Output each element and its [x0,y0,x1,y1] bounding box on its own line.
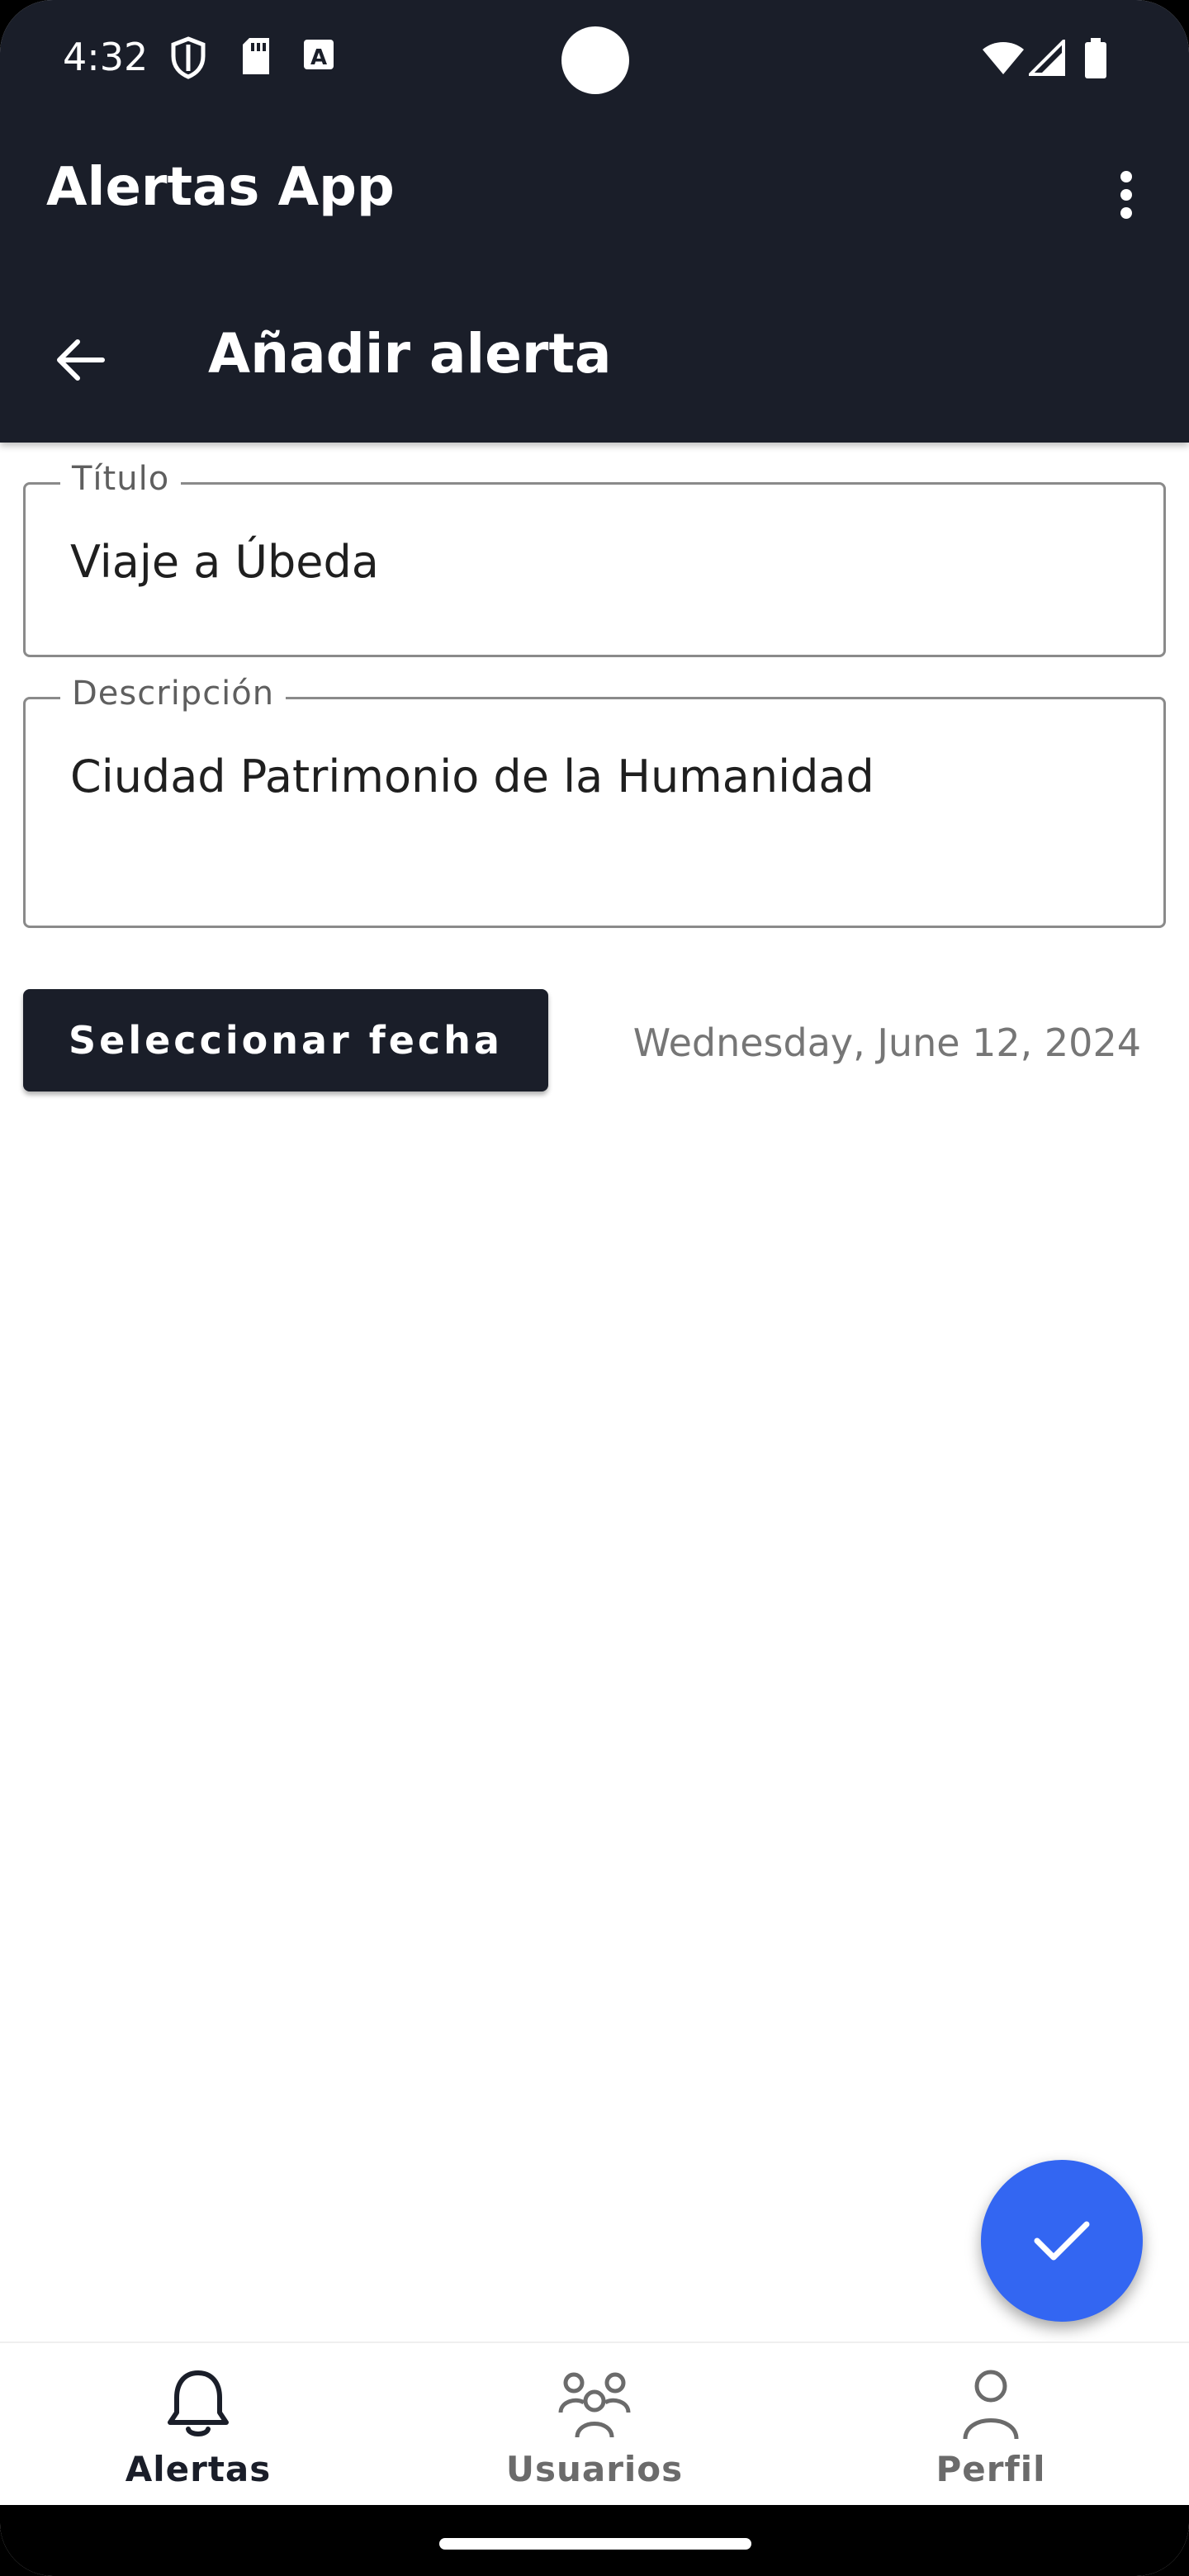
shield-icon [170,36,206,83]
more-options-button[interactable] [1103,162,1149,228]
status-time: 4:32 [63,35,149,79]
svg-text:A: A [310,45,327,70]
selected-date: Wednesday, June 12, 2024 [632,1020,1141,1065]
nav-label-alertas: Alertas [125,2449,272,2489]
more-vert-icon [1120,171,1132,219]
bell-icon [163,2365,233,2444]
save-alert-button[interactable] [981,2160,1143,2322]
app-title: Alertas App [46,157,395,218]
description-field[interactable]: Descripción Ciudad Patrimonio de la Huma… [23,675,1166,928]
font-icon: A [302,36,335,76]
nav-item-alertas[interactable]: Alertas [0,2343,396,2505]
nav-item-usuarios[interactable]: Usuarios [396,2343,793,2505]
title-field-label: Título [60,460,182,498]
description-field-label: Descripción [60,675,287,713]
page-title: Añadir alerta [208,322,612,386]
nav-label-perfil: Perfil [936,2449,1046,2489]
sd-card-icon [239,36,272,79]
header: 4:32 A Alertas App Añadir alerta [0,0,1189,443]
signal-icon [1026,37,1065,79]
front-camera [561,26,629,94]
check-icon [1034,2221,1090,2261]
nav-label-usuarios: Usuarios [505,2449,684,2489]
description-input[interactable]: Ciudad Patrimonio de la Humanidad [70,751,1127,803]
nav-item-perfil[interactable]: Perfil [793,2343,1189,2505]
wifi-icon [981,40,1026,79]
home-gesture-handle[interactable] [439,2538,751,2550]
phone-screen: 4:32 A Alertas App Añadir alerta Título … [0,0,1189,2576]
battery-icon [1083,38,1108,83]
select-date-button[interactable]: Seleccionar fecha [23,989,548,1091]
title-field[interactable]: Título Viaje a Úbeda [23,460,1166,657]
person-icon [960,2365,1021,2444]
status-bar: 4:32 A [0,0,1189,116]
bottom-navigation: Alertas Usuarios Perfil [0,2342,1189,2505]
back-button[interactable] [46,327,112,393]
arrow-back-icon [57,339,105,381]
users-icon [557,2365,632,2444]
title-input[interactable]: Viaje a Úbeda [70,536,1127,588]
system-navigation-bar [0,2505,1189,2576]
